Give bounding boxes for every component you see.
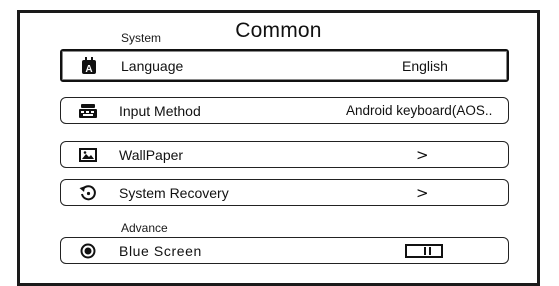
language-label: Language <box>121 57 184 74</box>
keyboard-icon <box>79 102 97 120</box>
language-icon: A <box>80 56 98 75</box>
blue-screen-label: Blue Screen <box>119 242 202 259</box>
system-recovery-label: System Recovery <box>119 184 229 201</box>
settings-row-input-method[interactable]: Input Method Android keyboard(AOS.. <box>60 97 509 124</box>
wallpaper-icon <box>79 146 97 164</box>
wallpaper-label: WallPaper <box>119 146 184 163</box>
settings-row-blue-screen[interactable]: Blue Screen <box>60 237 509 264</box>
blue-screen-toggle[interactable] <box>405 243 443 258</box>
svg-text:A: A <box>85 64 92 75</box>
input-method-value: Android keyboard(AOS.. <box>346 103 493 118</box>
settings-panel: Common System A Language English Input M… <box>17 10 540 286</box>
recovery-icon <box>79 184 97 202</box>
chevron-right-icon: > <box>416 145 429 164</box>
toggle-knob <box>424 246 431 255</box>
language-value: English <box>402 57 448 74</box>
radio-icon <box>79 242 97 260</box>
page-title: Common <box>235 19 322 42</box>
input-method-label: Input Method <box>119 102 201 119</box>
section-label-advance: Advance <box>121 221 168 235</box>
settings-row-language[interactable]: A Language English <box>60 49 509 82</box>
section-label-system: System <box>121 31 162 45</box>
settings-row-system-recovery[interactable]: System Recovery > <box>60 179 509 206</box>
chevron-right-icon: > <box>416 183 429 202</box>
settings-row-wallpaper[interactable]: WallPaper > <box>60 141 509 168</box>
